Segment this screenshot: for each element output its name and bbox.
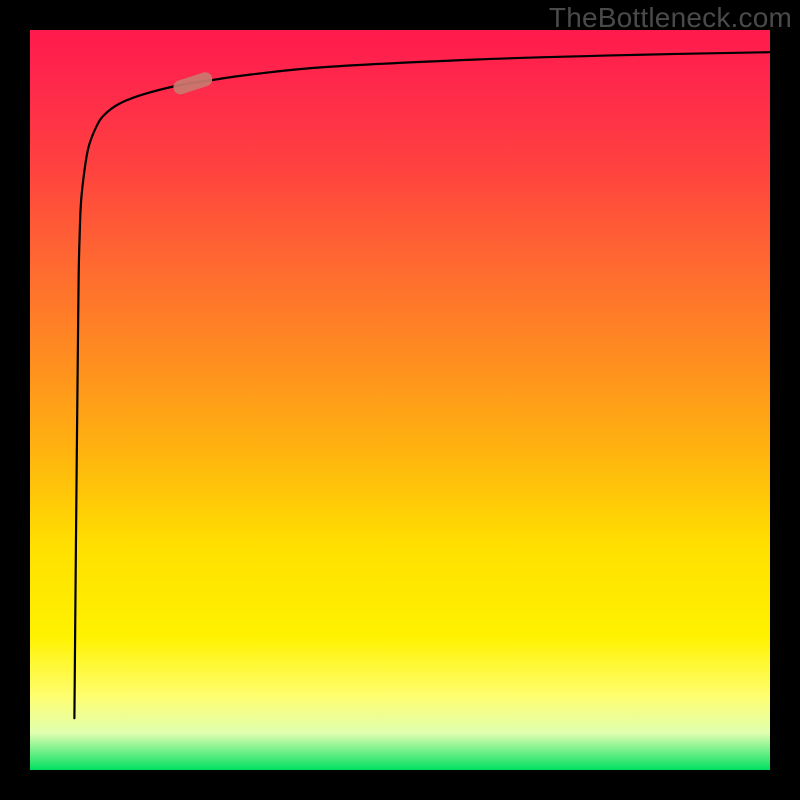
chart-marker — [172, 70, 214, 96]
chart-svg — [30, 30, 770, 770]
chart-curve — [74, 52, 770, 718]
